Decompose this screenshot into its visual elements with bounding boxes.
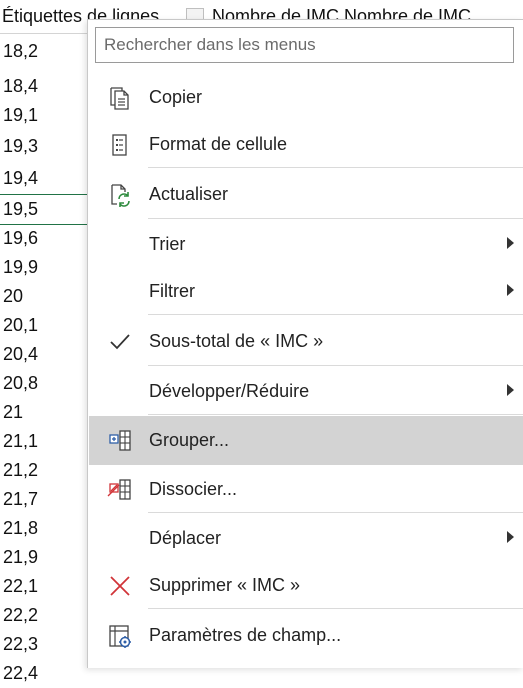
menu-item-label: Filtrer — [149, 281, 195, 301]
menu-item-label: Actualiser — [149, 184, 229, 204]
menu-item-label: Déplacer — [149, 528, 222, 548]
menu-item-move[interactable]: Déplacer — [89, 514, 523, 563]
refresh-icon — [107, 182, 133, 208]
menu-separator — [148, 512, 523, 513]
menu-item-label: Format de cellule — [149, 134, 288, 154]
menu-separator — [148, 365, 523, 366]
format-cells-icon — [107, 132, 133, 158]
row-label-cell[interactable]: 21 — [0, 398, 91, 427]
menu-item-label: Dissocier... — [149, 479, 238, 499]
menu-search-input[interactable] — [95, 27, 514, 63]
menu-item-refresh[interactable]: Actualiser — [89, 170, 523, 219]
menu-item-sort[interactable]: Trier — [89, 220, 523, 269]
row-label-cell[interactable]: 18,4 — [0, 72, 91, 101]
menu-item-label: Trier — [149, 234, 186, 254]
menu-item-label: Développer/Réduire — [149, 381, 310, 401]
menu-item-field-settings[interactable]: Paramètres de champ... — [89, 611, 523, 660]
row-label-cell[interactable]: 21,7 — [0, 485, 91, 514]
context-menu: Copier Format de cellule — [87, 19, 523, 668]
row-label-cell[interactable]: 20 — [0, 282, 91, 311]
menu-separator — [148, 414, 523, 415]
row-label-cell[interactable]: 19,6 — [0, 224, 91, 253]
selected-row-label-cell[interactable]: 19,5 — [0, 194, 91, 225]
row-label-cell[interactable]: 21,2 — [0, 456, 91, 485]
row-label-cell[interactable]: 18,2 — [0, 37, 91, 66]
row-label-cell[interactable]: 20,1 — [0, 311, 91, 340]
ungroup-icon — [107, 477, 133, 503]
submenu-arrow-icon — [507, 237, 514, 249]
checkmark-icon — [107, 329, 133, 355]
menu-separator — [148, 167, 523, 168]
menu-separator — [148, 218, 523, 219]
menu-item-copy[interactable]: Copier — [89, 73, 523, 122]
submenu-arrow-icon — [507, 531, 514, 543]
menu-item-ungroup[interactable]: Dissocier... — [89, 465, 523, 514]
row-label-cell[interactable]: 21,1 — [0, 427, 91, 456]
row-label-cell[interactable]: 19,4 — [0, 164, 91, 193]
row-label-cell[interactable]: 19,3 — [0, 132, 91, 161]
menu-item-label: Grouper... — [149, 430, 230, 450]
row-label-cell[interactable]: 21,9 — [0, 543, 91, 572]
menu-item-subtotal[interactable]: Sous-total de « IMC » — [89, 317, 523, 366]
row-label-cell[interactable]: 22,2 — [0, 601, 91, 630]
menu-item-filter[interactable]: Filtrer — [89, 267, 523, 316]
submenu-arrow-icon — [507, 284, 514, 296]
menu-item-label: Sous-total de « IMC » — [149, 331, 324, 351]
menu-separator — [148, 608, 523, 609]
menu-item-label: Paramètres de champ... — [149, 625, 342, 645]
menu-item-group[interactable]: Grouper... — [89, 416, 523, 465]
menu-separator — [148, 314, 523, 315]
menu-item-format-cells[interactable]: Format de cellule — [89, 120, 523, 169]
row-label-cell[interactable]: 21,8 — [0, 514, 91, 543]
menu-item-remove[interactable]: Supprimer « IMC » — [89, 561, 523, 610]
row-label-cell[interactable]: 20,4 — [0, 340, 91, 369]
row-label-cell[interactable]: 19,9 — [0, 253, 91, 282]
group-icon — [107, 428, 133, 454]
row-label-cell[interactable]: 22,1 — [0, 572, 91, 601]
copy-icon — [107, 85, 133, 111]
field-settings-icon — [107, 623, 133, 649]
menu-item-expand-collapse[interactable]: Développer/Réduire — [89, 367, 523, 416]
row-label-cell[interactable]: 22,4 — [0, 659, 91, 688]
row-label-cell[interactable]: 22,3 — [0, 630, 91, 659]
remove-x-icon — [107, 573, 133, 599]
row-label-cell[interactable]: 20,8 — [0, 369, 91, 398]
submenu-arrow-icon — [507, 384, 514, 396]
row-label-cell[interactable]: 19,1 — [0, 101, 91, 130]
menu-item-label: Copier — [149, 87, 203, 107]
menu-item-label: Supprimer « IMC » — [149, 575, 301, 595]
